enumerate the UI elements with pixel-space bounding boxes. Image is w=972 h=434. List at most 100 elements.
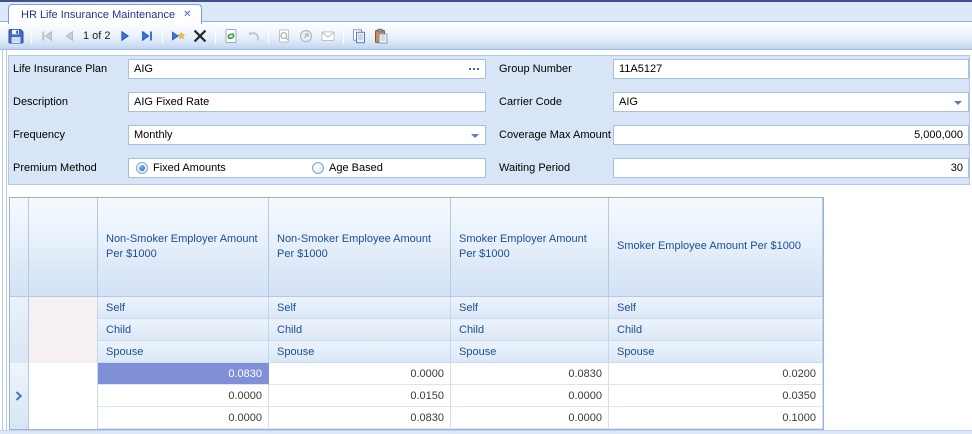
next-record-button[interactable] <box>114 25 136 47</box>
radio-age-based-label: Age Based <box>329 162 383 174</box>
email-button[interactable] <box>317 25 339 47</box>
frequency-label: Frequency <box>13 129 125 141</box>
band-label-self: Self <box>451 297 609 319</box>
new-record-icon <box>170 28 186 44</box>
paste-button[interactable] <box>370 25 392 47</box>
band-label-child: Child <box>98 319 269 341</box>
previous-record-icon <box>61 28 77 44</box>
band-label-spouse: Spouse <box>451 341 609 363</box>
column-header-label: Smoker Employee Amount Per $1000 <box>617 239 801 254</box>
toolbar-separator <box>268 27 269 44</box>
band-label-child: Child <box>269 319 451 341</box>
grid-cell[interactable]: 0.0000 <box>98 385 269 407</box>
column-header-smoker-employer[interactable]: Smoker Employer Amount Per $1000 <box>451 198 609 297</box>
form-panel: Life Insurance Plan AIG Group Number 11A… <box>8 55 970 185</box>
print-preview-button[interactable] <box>273 25 295 47</box>
life-insurance-plan-label: Life Insurance Plan <box>13 63 125 75</box>
previous-record-button[interactable] <box>58 25 80 47</box>
carrier-code-dropdown[interactable]: AIG <box>613 92 969 112</box>
first-record-icon <box>39 28 55 44</box>
life-insurance-plan-input[interactable]: AIG <box>128 59 486 79</box>
column-header-label: Smoker Employer Amount Per $1000 <box>459 232 600 263</box>
group-number-label: Group Number <box>499 63 611 75</box>
last-record-button[interactable] <box>136 25 158 47</box>
toolbar-separator <box>31 27 32 44</box>
grid-cell-selected[interactable]: 0.0830 <box>98 363 269 385</box>
radio-unselected-icon <box>312 162 324 174</box>
tab-hr-life-insurance-maintenance[interactable]: HR Life Insurance Maintenance ✕ <box>8 4 202 24</box>
new-record-button[interactable] <box>167 25 189 47</box>
carrier-code-value: AIG <box>619 96 638 108</box>
undo-button[interactable] <box>242 25 264 47</box>
grid-cell[interactable]: 0.0000 <box>451 385 609 407</box>
band-label-self: Self <box>98 297 269 319</box>
export-button[interactable] <box>295 25 317 47</box>
radio-fixed-amounts[interactable]: Fixed Amounts <box>136 162 226 174</box>
grid-cell[interactable]: 0.0000 <box>269 363 451 385</box>
grid-cell[interactable]: 0.0830 <box>269 407 451 429</box>
band-label-self: Self <box>609 297 823 319</box>
coverage-max-amount-value: 5,000,000 <box>914 129 963 141</box>
grid-cell[interactable]: 0.0000 <box>451 407 609 429</box>
refresh-icon <box>223 28 239 44</box>
grid-cell[interactable]: 0.1000 <box>609 407 823 429</box>
grid-cell[interactable]: 0.0150 <box>269 385 451 407</box>
carrier-code-label: Carrier Code <box>499 96 611 108</box>
description-input[interactable]: AIG Fixed Rate <box>128 92 486 112</box>
band-label-spouse: Spouse <box>269 341 451 363</box>
copy-button[interactable] <box>348 25 370 47</box>
coverage-max-amount-input[interactable]: 5,000,000 <box>613 125 969 145</box>
refresh-button[interactable] <box>220 25 242 47</box>
record-position-label: 1 of 2 <box>83 30 111 42</box>
coverage-max-amount-label: Coverage Max Amount <box>499 129 611 141</box>
column-header-label: Non-Smoker Employer Amount Per $1000 <box>106 232 260 263</box>
radio-selected-icon <box>136 162 148 174</box>
chevron-down-icon[interactable] <box>954 101 962 105</box>
delete-record-button[interactable] <box>189 25 211 47</box>
radio-fixed-amounts-label: Fixed Amounts <box>153 162 226 174</box>
grid-indicator-band <box>10 297 29 363</box>
column-header-smoker-employee[interactable]: Smoker Employee Amount Per $1000 <box>609 198 823 297</box>
waiting-period-value: 30 <box>951 162 963 174</box>
life-insurance-plan-value: AIG <box>134 63 153 75</box>
waiting-period-label: Waiting Period <box>499 162 611 174</box>
export-icon <box>298 28 314 44</box>
radio-age-based[interactable]: Age Based <box>312 162 383 174</box>
premium-method-label: Premium Method <box>13 162 125 174</box>
column-header-nonsmoker-employee[interactable]: Non-Smoker Employee Amount Per $1000 <box>269 198 451 297</box>
row-indicator-chevron-icon <box>15 391 23 401</box>
paste-icon <box>373 28 389 44</box>
last-record-icon <box>139 28 155 44</box>
next-record-icon <box>117 28 133 44</box>
band-label-self: Self <box>269 297 451 319</box>
tab-strip: HR Life Insurance Maintenance ✕ <box>0 0 972 22</box>
current-row-indicator <box>10 363 29 429</box>
chevron-down-icon[interactable] <box>471 134 479 138</box>
group-number-input[interactable]: 11A5127 <box>613 59 969 79</box>
save-button[interactable] <box>5 25 27 47</box>
grid-cell[interactable]: 0.0000 <box>98 407 269 429</box>
column-header-label: Non-Smoker Employee Amount Per $1000 <box>277 232 442 263</box>
description-value: AIG Fixed Rate <box>134 96 209 108</box>
window-left-edge <box>0 50 8 434</box>
waiting-period-input[interactable]: 30 <box>613 158 969 178</box>
grid-rowheader-band <box>29 297 98 363</box>
lookup-ellipsis-icon[interactable] <box>469 68 479 70</box>
toolbar: 1 of 2 <box>0 22 972 50</box>
description-label: Description <box>13 96 125 108</box>
tab-close-icon[interactable]: ✕ <box>183 9 191 20</box>
undo-icon <box>245 28 261 44</box>
grid-cell[interactable]: 0.0200 <box>609 363 823 385</box>
email-icon <box>320 28 336 44</box>
tab-title: HR Life Insurance Maintenance <box>21 9 175 21</box>
premium-method-group: Fixed Amounts Age Based <box>128 158 486 178</box>
column-header-nonsmoker-employer[interactable]: Non-Smoker Employer Amount Per $1000 <box>98 198 269 297</box>
band-label-spouse: Spouse <box>609 341 823 363</box>
frequency-dropdown[interactable]: Monthly <box>128 125 486 145</box>
bottom-panel-edge <box>0 430 972 434</box>
first-record-button[interactable] <box>36 25 58 47</box>
grid-cell[interactable]: 0.0350 <box>609 385 823 407</box>
delete-icon <box>192 28 208 44</box>
grid-cell[interactable]: 0.0830 <box>451 363 609 385</box>
save-icon <box>8 28 24 44</box>
